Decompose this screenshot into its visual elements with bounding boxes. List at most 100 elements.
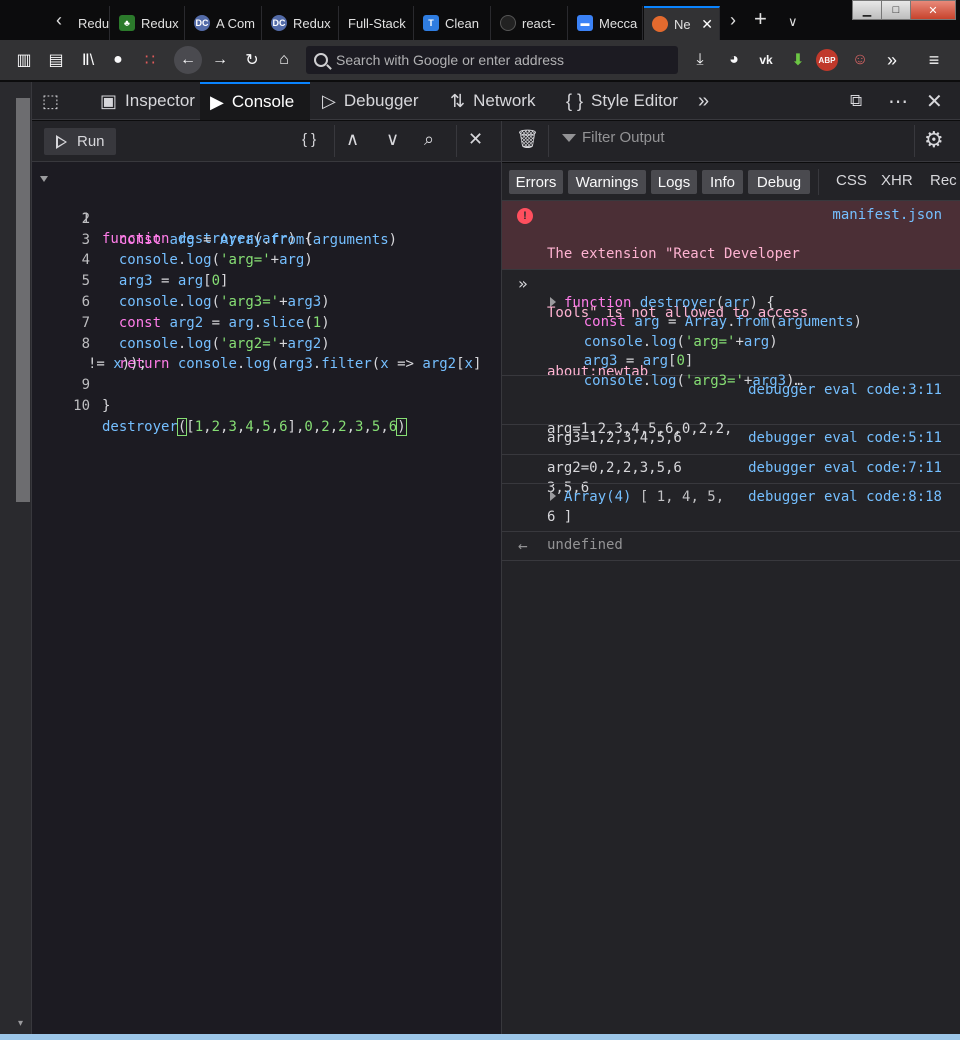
divider [818, 169, 819, 195]
tab-label: Redux [141, 15, 179, 31]
home-icon[interactable]: ⌂ [272, 48, 296, 72]
reverse-search-icon[interactable]: ⌕ [424, 129, 434, 150]
filter-debug-button[interactable]: Debug [748, 170, 810, 194]
element-picker-icon[interactable]: ⬚ [42, 82, 67, 120]
dc-icon: DC [271, 15, 287, 31]
tab-label: Clean [445, 15, 479, 31]
tab-1[interactable]: ♣ Redux [111, 6, 185, 40]
code-line: 5 console.log('arg3='+arg3) [81, 273, 330, 310]
close-editor-icon[interactable]: ✕ [468, 129, 483, 150]
code-line: 6 const arg2 = arg.slice(1) [81, 293, 330, 331]
tab-label: Network [473, 91, 536, 110]
divider [548, 125, 549, 157]
reader-icon[interactable]: ▤ [44, 48, 68, 72]
filter-icon [562, 133, 576, 142]
extension-face-icon[interactable]: ☺ [848, 48, 872, 72]
expand-icon[interactable] [550, 296, 556, 307]
close-tab-icon[interactable]: ✕ [701, 16, 713, 33]
tab-label: Inspector [125, 91, 195, 110]
adblock-icon[interactable]: ABP [816, 49, 838, 71]
github-icon [500, 15, 516, 31]
error-source-link[interactable]: manifest.json [832, 206, 942, 226]
filter-warnings-button[interactable]: Warnings [568, 170, 646, 194]
scrollbar-thumb[interactable] [16, 98, 30, 502]
tab-5[interactable]: T Clean [415, 6, 491, 40]
filter-xhr-button[interactable]: XHR [881, 172, 913, 189]
fold-arrow-icon[interactable] [40, 176, 48, 182]
tab-3[interactable]: DC Redux [263, 6, 339, 40]
console-output: ! The extension "React Developer Tools" … [502, 201, 960, 1034]
log-message: arg3=1,2,3,4,5,6 debugger eval code:5:11 [502, 425, 960, 455]
tab-debugger[interactable]: ▷ Debugger [312, 82, 429, 120]
result-arrow-icon: ← [518, 536, 528, 555]
tab-console[interactable]: ▶ Console [200, 82, 310, 120]
code-editor[interactable]: 1 function destroyer(arr) { 2 const arg … [32, 162, 501, 1034]
log-source-link[interactable]: debugger eval code:5:11 [748, 429, 942, 449]
code-line: 4 arg3 = arg[0] [81, 252, 229, 290]
filter-output-input[interactable]: Filter Output [562, 129, 665, 146]
tab-style-editor[interactable]: { } Style Editor [556, 82, 688, 120]
close-devtools-icon[interactable]: ✕ [926, 82, 943, 120]
library-icon[interactable]: Ⅱ\ [76, 48, 100, 72]
download-icon[interactable]: ⤓ [688, 48, 712, 72]
trash-icon[interactable]: 🗑 [516, 129, 539, 150]
chevron-down-icon[interactable]: ∨ [788, 14, 798, 30]
tab-label: Style Editor [591, 91, 678, 110]
account-icon[interactable]: ● [106, 48, 130, 72]
maximize-button[interactable]: □ [881, 0, 911, 20]
history-down-icon[interactable]: ∨ [386, 129, 399, 150]
expand-icon[interactable] [550, 491, 556, 501]
reload-icon[interactable]: ↻ [240, 48, 264, 72]
overflow-icon[interactable]: » [880, 48, 904, 72]
apps-grid-icon[interactable]: ∷ [138, 48, 162, 72]
tab-scroll-left-icon[interactable]: ‹ [56, 10, 62, 31]
tab-0[interactable]: Redu [70, 6, 110, 40]
dc-icon: DC [194, 15, 210, 31]
window-close-button[interactable]: ✕ [910, 0, 956, 20]
forward-button-icon[interactable]: → [208, 48, 232, 72]
log-source-link[interactable]: debugger eval code:3:11 [748, 381, 942, 401]
tab-2[interactable]: DC A Com [186, 6, 262, 40]
extension-ghost-icon[interactable]: ◕ [722, 48, 746, 72]
options-icon[interactable]: ⋯ [888, 82, 908, 120]
log-source-link[interactable]: debugger eval code:7:11 [748, 459, 942, 479]
menu-icon[interactable]: ≡ [922, 48, 946, 72]
tab-7[interactable]: ▬ Mecca [569, 6, 643, 40]
new-tab-icon[interactable]: + [754, 6, 767, 32]
result-message: ← undefined [502, 532, 960, 561]
sidebar-icon[interactable]: ▥ [12, 48, 36, 72]
tab-label: Ne [674, 16, 691, 32]
filter-logs-button[interactable]: Logs [651, 170, 697, 194]
history-up-icon[interactable]: ∧ [346, 129, 359, 150]
back-button-icon[interactable]: ← [174, 46, 202, 74]
tab-network[interactable]: ⇅ Network [440, 82, 545, 120]
filter-errors-button[interactable]: Errors [509, 170, 563, 194]
scroll-down-icon[interactable]: ▾ [18, 1018, 23, 1029]
dock-icon[interactable]: ⧉ [850, 82, 862, 120]
window-bottom-border [0, 1034, 960, 1040]
minimize-button[interactable]: ▁ [852, 0, 882, 20]
code-line: 8 return console.log(arg3.filter(x => ar… [81, 335, 482, 373]
vk-icon[interactable]: vk [754, 48, 778, 72]
run-label: Run [77, 133, 105, 150]
tab-scroll-right-icon[interactable]: › [730, 10, 736, 31]
filter-info-button[interactable]: Info [702, 170, 743, 194]
tab-8-active[interactable]: Ne ✕ [644, 6, 720, 40]
more-tools-icon[interactable]: » [698, 82, 709, 120]
filter-css-button[interactable]: CSS [836, 172, 867, 189]
tab-4[interactable]: Full-Stack [340, 6, 414, 40]
gear-icon[interactable]: ⚙ [924, 127, 944, 153]
download-helper-icon[interactable]: ⬇ [786, 48, 810, 72]
address-placeholder: Search with Google or enter address [336, 52, 565, 68]
address-bar[interactable]: Search with Google or enter address [306, 46, 678, 74]
log-source-link[interactable]: debugger eval code:8:18 [748, 488, 942, 508]
run-button[interactable]: Run [44, 128, 116, 155]
tab-6[interactable]: react- [492, 6, 568, 40]
code-line: 2 const arg = Array.from(arguments) [81, 210, 398, 248]
editor-toolbar: Run { } ∧ ∨ ⌕ ✕ [32, 121, 501, 162]
filter-requests-button[interactable]: Rec [930, 172, 957, 189]
tab-inspector[interactable]: ▣ Inspector [90, 82, 205, 120]
tab-strip: ‹ Redu ♣ Redux DC A Com DC Redux Full-St… [0, 0, 960, 40]
pretty-print-button[interactable]: { } [302, 131, 316, 148]
tab-label: Redux [293, 15, 331, 31]
